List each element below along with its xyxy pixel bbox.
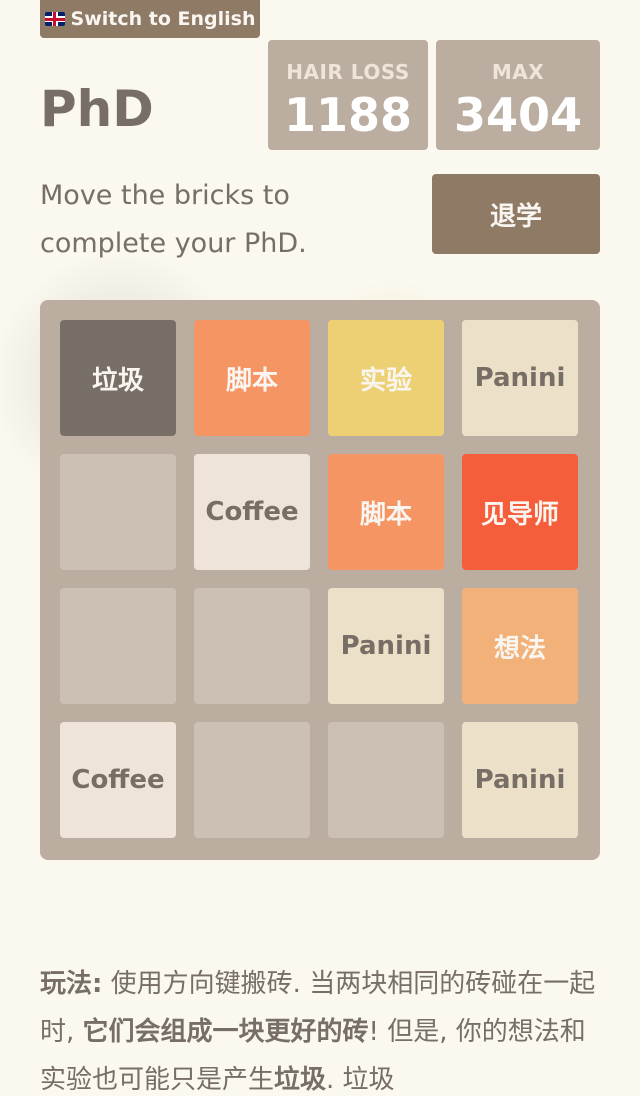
- grid-cell: [328, 722, 444, 838]
- game-page: Switch to English PhD HAIR LOSS 1188 MAX…: [0, 0, 640, 1096]
- switch-language-button[interactable]: Switch to English: [40, 0, 260, 38]
- game-tile: Coffee: [194, 454, 310, 570]
- game-tile: Coffee: [60, 722, 176, 838]
- hair-loss-value: 1188: [283, 88, 413, 142]
- grid-cell: [60, 588, 176, 704]
- game-tile: Panini: [462, 722, 578, 838]
- game-tile: 垃圾: [60, 320, 176, 436]
- game-tile: 脚本: [194, 320, 310, 436]
- how-to-play: 玩法: 使用方向键搬砖. 当两块相同的砖碰在一起时, 它们会组成一块更好的砖! …: [40, 960, 600, 1096]
- max-score-label: MAX: [491, 60, 545, 84]
- how-to-play-bold-1: 它们会组成一块更好的砖: [82, 1017, 369, 1047]
- game-tile: 脚本: [328, 454, 444, 570]
- grid-cell: [60, 454, 176, 570]
- hair-loss-label: HAIR LOSS: [286, 60, 410, 84]
- uk-flag-icon: [44, 12, 65, 26]
- game-intro: Move the bricks to complete your PhD.: [40, 180, 307, 259]
- max-score-value: 3404: [453, 88, 583, 142]
- game-tile: 想法: [462, 588, 578, 704]
- switch-language-label: Switch to English: [70, 8, 256, 30]
- game-board[interactable]: 垃圾 脚本 实验 Panini Coffee 脚本 见导师 Panini 想法 Coffee Pan…: [40, 300, 600, 860]
- game-tile: Panini: [462, 320, 578, 436]
- game-tile: 见导师: [462, 454, 578, 570]
- how-to-play-label: 玩法:: [40, 969, 103, 999]
- game-tile: Panini: [328, 588, 444, 704]
- max-score-box: MAX 3404: [436, 40, 600, 150]
- game-tile: 实验: [328, 320, 444, 436]
- grid-cell: [194, 588, 310, 704]
- quit-button[interactable]: 退学: [432, 174, 600, 254]
- game-title: PhD: [40, 80, 154, 138]
- hair-loss-score-box: HAIR LOSS 1188: [268, 40, 428, 150]
- grid-cell: [194, 722, 310, 838]
- how-to-play-text-3: . 垃圾: [326, 1065, 395, 1095]
- how-to-play-bold-2: 垃圾: [274, 1065, 327, 1095]
